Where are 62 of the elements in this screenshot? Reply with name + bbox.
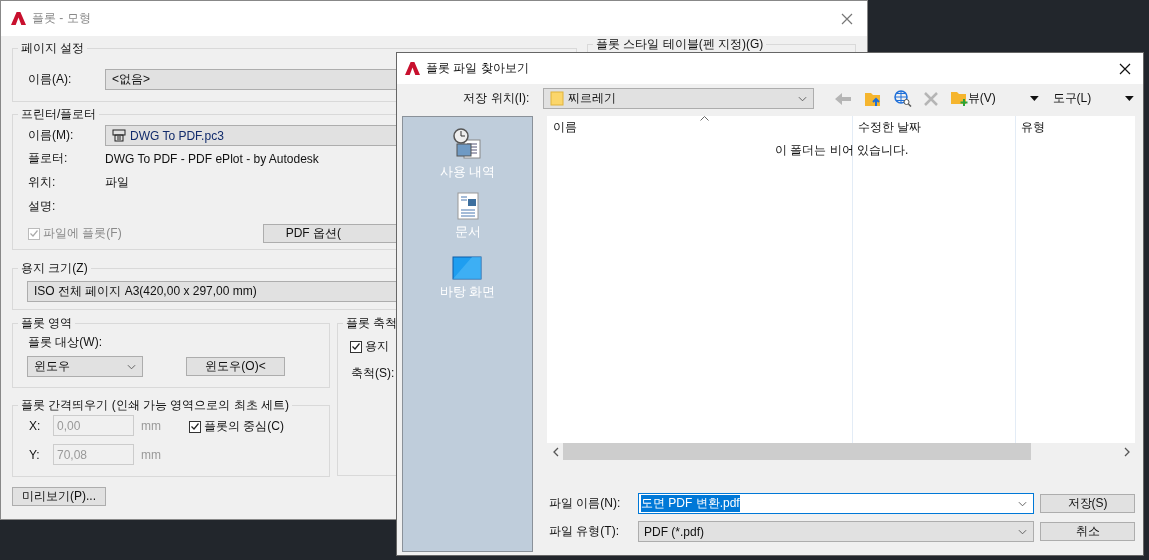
folder-icon: [550, 91, 565, 106]
folder-up-icon[interactable]: [863, 90, 882, 107]
file-type-dropdown[interactable]: PDF (*.pdf): [638, 521, 1034, 542]
location-dropdown[interactable]: 찌르레기: [543, 88, 814, 109]
field-label: X:: [29, 418, 42, 433]
plotter-icon: [112, 129, 126, 142]
center-plot-checkbox[interactable]: 플롯의 중심(C): [189, 418, 284, 435]
chevron-down-icon: [797, 95, 807, 102]
field-label: 이름(A):: [28, 71, 73, 88]
toolbar-menu[interactable]: 뷰(V): [967, 90, 996, 107]
group-title: 플롯 스타일 테이블(펜 지정)(G): [593, 37, 767, 51]
field-label: 축척(S):: [351, 365, 396, 382]
unit-label: mm: [141, 447, 161, 462]
field-label: 위치:: [28, 174, 57, 191]
app-logo-icon: [405, 61, 420, 76]
check-icon: [190, 421, 200, 432]
field-label: 플롯 대상(W):: [28, 334, 103, 351]
file-name-field[interactable]: 도면 PDF 변환.pdf: [638, 493, 1034, 514]
column-header[interactable]: 수정한 날짜: [852, 116, 1015, 138]
field-value: 파일: [105, 174, 129, 191]
scroll-right-icon[interactable]: [1124, 446, 1130, 457]
group-title: 프린터/플로터: [18, 107, 100, 121]
window-pick-button[interactable]: 윈도우(O)<: [186, 357, 285, 376]
field-value: DWG To PDF - PDF ePlot - by Autodesk: [105, 151, 319, 166]
dropdown-caret-icon[interactable]: [1125, 96, 1134, 101]
plot-what-dropdown[interactable]: 윈도우: [27, 356, 143, 377]
document-icon: [456, 192, 479, 220]
close-icon[interactable]: [1119, 62, 1131, 75]
window-title: 플롯 - 모형: [32, 10, 92, 27]
empty-folder-message: 이 폴더는 비어 있습니다.: [775, 142, 909, 159]
sort-caret-icon: [699, 116, 709, 121]
save-button[interactable]: 저장(S): [1040, 494, 1135, 513]
scroll-left-icon[interactable]: [553, 446, 559, 457]
field-label: 저장 위치(I):: [462, 90, 530, 107]
preview-button[interactable]: 미리보기(P)...: [12, 487, 106, 506]
check-icon: [351, 341, 361, 352]
field-label: 설명:: [28, 198, 57, 215]
group-title: 플롯 영역: [18, 316, 76, 330]
unit-label: mm: [141, 418, 161, 433]
field-label: 파일 유형(T):: [548, 523, 620, 540]
app-logo-icon: [11, 11, 26, 26]
clock-documents-icon: [452, 128, 483, 160]
fit-to-paper-checkbox[interactable]: 용지: [350, 338, 855, 355]
chevron-down-icon: [1018, 528, 1027, 535]
field-label: 파일 이름(N):: [548, 495, 622, 512]
toolbar-menu[interactable]: 도구(L): [1052, 90, 1092, 107]
dropdown-caret-icon[interactable]: [1029, 96, 1039, 101]
group-title: 용지 크기(Z): [18, 261, 91, 275]
globe-search-icon[interactable]: [893, 90, 912, 107]
group-title: 플롯 간격띄우기 (인쇄 가능 영역으로의 최초 세트): [18, 398, 292, 412]
desktop-icon: [452, 256, 483, 280]
cancel-button[interactable]: 취소: [1040, 522, 1135, 541]
chevron-down-icon: [127, 363, 136, 370]
field-label: 이름(M):: [28, 127, 75, 144]
check-icon: [29, 228, 39, 239]
column-header[interactable]: 유형: [1015, 116, 1135, 138]
group-title: 페이지 설정: [18, 41, 88, 55]
chevron-down-icon: [1018, 500, 1027, 507]
new-folder-icon[interactable]: [949, 90, 968, 107]
field-label: Y:: [29, 447, 41, 462]
column-header[interactable]: 이름: [547, 116, 852, 138]
field-label: 플로터:: [28, 150, 69, 167]
